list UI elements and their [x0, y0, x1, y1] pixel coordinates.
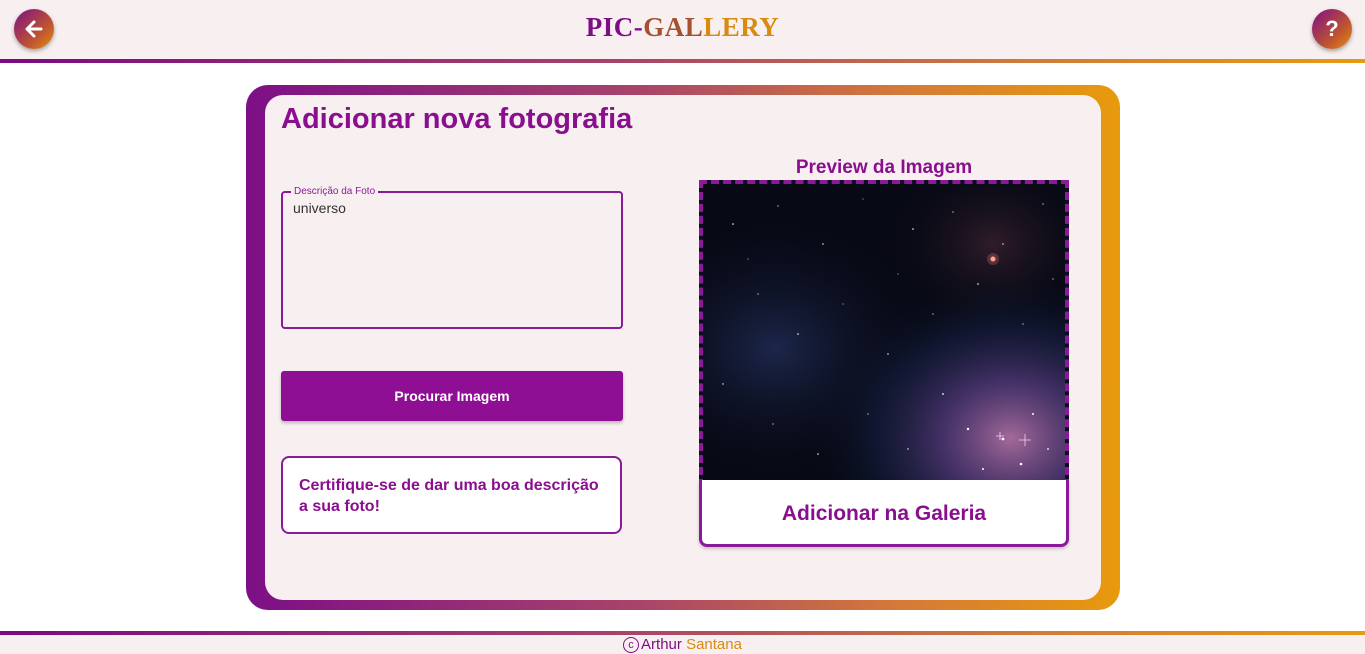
form-title: Adicionar nova fotografia: [281, 103, 633, 135]
description-label: Descrição da Foto: [294, 186, 376, 197]
help-button[interactable]: ?: [1312, 9, 1352, 49]
description-tip: Certifique-se de dar uma boa descrição a…: [281, 456, 622, 534]
app-title: PIC-GALLERY: [585, 12, 780, 42]
author-credit: Arthur Santana: [641, 636, 742, 653]
image-preview: [699, 180, 1069, 487]
header-divider: [0, 59, 1365, 63]
copyright-icon: c: [623, 636, 640, 653]
add-to-gallery-button[interactable]: Adicionar na Galeria: [699, 480, 1069, 547]
description-input[interactable]: universo: [293, 197, 611, 297]
preview-title: Preview da Imagem: [795, 157, 973, 178]
footer: c Arthur Santana: [0, 635, 1365, 654]
browse-image-button[interactable]: Procurar Imagem: [281, 371, 623, 421]
description-field: Descrição da Foto universo: [281, 186, 623, 329]
question-mark-icon: ?: [1325, 16, 1339, 41]
space-nebula-image: [703, 184, 1065, 483]
